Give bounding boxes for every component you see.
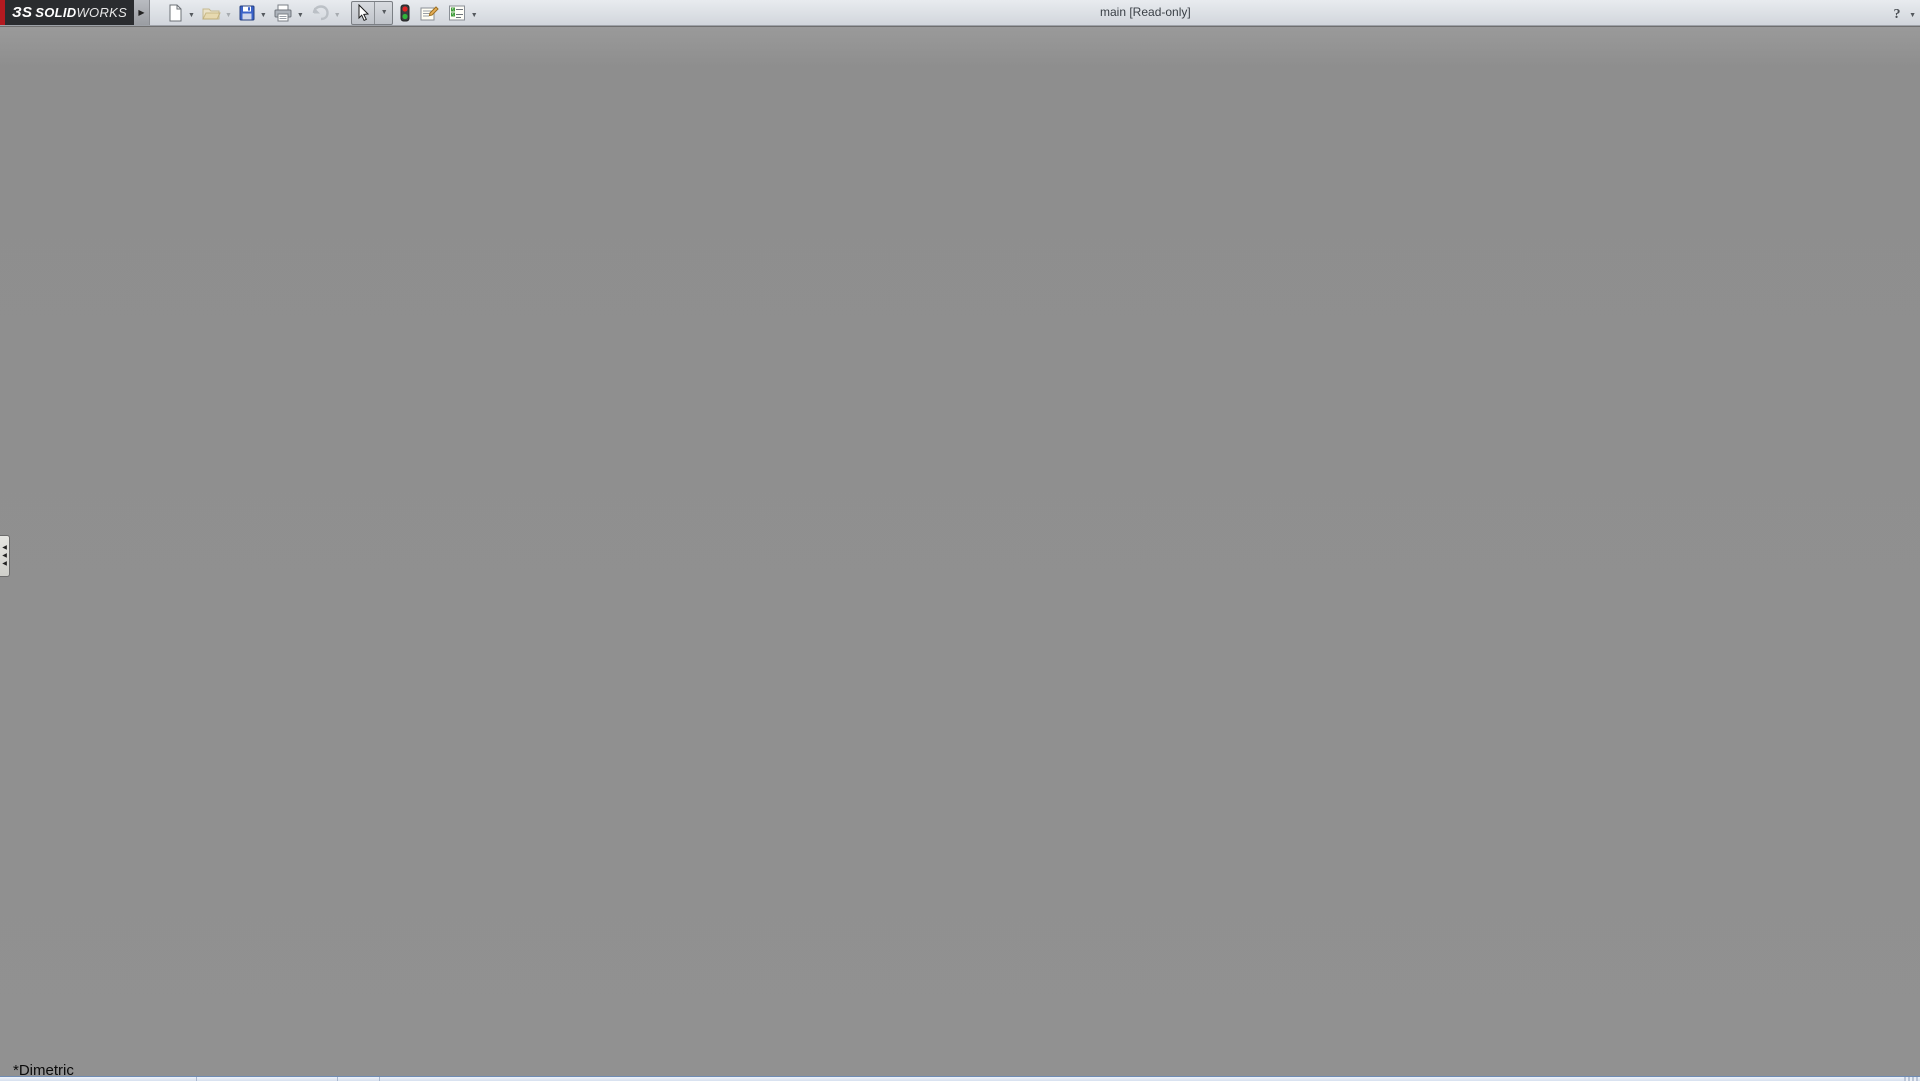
collapse-arrow-icon: ◀	[2, 545, 7, 551]
chevron-down-icon: ▼	[1909, 12, 1916, 19]
chevron-down-icon: ▼	[380, 9, 389, 16]
open-document-button[interactable]	[199, 2, 223, 24]
select-tool-button[interactable]	[352, 2, 374, 24]
status-separator	[379, 1077, 380, 1081]
undo-icon	[310, 4, 330, 22]
status-separator	[337, 1077, 338, 1081]
status-bar-edge	[0, 1076, 1920, 1081]
help-button[interactable]: ?	[1887, 3, 1907, 23]
svg-text:?: ?	[1894, 7, 1901, 21]
print-document-dropdown[interactable]: ▼	[295, 4, 304, 22]
comment-note-button[interactable]	[417, 2, 441, 24]
options-button[interactable]	[445, 2, 469, 24]
undo-dropdown[interactable]: ▼	[332, 4, 341, 22]
chevron-down-icon: ▼	[225, 12, 232, 19]
select-tool-group: ▼	[351, 1, 393, 25]
new-document-button[interactable]	[164, 2, 186, 24]
window-title: main [Read-only]	[1100, 5, 1191, 19]
graphics-area[interactable]: ◀ ◀ ◀ *Dimetric	[0, 26, 1920, 1081]
chevron-down-icon: ▼	[260, 12, 267, 19]
help-icon: ?	[1890, 5, 1904, 21]
open-document-dropdown[interactable]: ▼	[223, 4, 232, 22]
print-icon	[273, 4, 293, 22]
new-icon	[166, 4, 184, 22]
chevron-down-icon: ▼	[334, 12, 341, 19]
ds-logo-glyph: ЗS	[12, 4, 32, 21]
menu-flyout-arrow[interactable]: ▶	[134, 0, 150, 25]
save-document-dropdown[interactable]: ▼	[258, 4, 267, 22]
collapse-arrow-icon: ◀	[2, 553, 7, 559]
note-icon	[419, 4, 439, 22]
solidworks-logo: ЗSSOLIDWORKS	[0, 0, 134, 25]
wireframe-model-jet-engine[interactable]	[0, 27, 1920, 1081]
select-icon	[355, 4, 371, 22]
featuremanager-collapse-tab[interactable]: ◀ ◀ ◀	[0, 535, 10, 577]
logo-solid: SOLID	[35, 5, 76, 20]
status-separator	[196, 1077, 197, 1081]
print-document-button[interactable]	[271, 2, 295, 24]
chevron-down-icon: ▼	[188, 12, 195, 19]
logo-works: WORKS	[76, 5, 127, 20]
chevron-down-icon: ▼	[471, 12, 478, 19]
open-icon	[201, 4, 221, 22]
chevron-down-icon: ▼	[297, 12, 304, 19]
help-dropdown[interactable]: ▼	[1907, 4, 1916, 22]
select-tool-dropdown[interactable]: ▼	[374, 2, 392, 24]
collapse-arrow-icon: ◀	[2, 561, 7, 567]
selection-filter-button[interactable]	[397, 2, 413, 24]
title-bar: ЗSSOLIDWORKS ▶ ▼▼▼▼▼▼▼ main [Read-only] …	[0, 0, 1920, 26]
options-dropdown[interactable]: ▼	[469, 4, 478, 22]
resize-grip[interactable]	[1904, 1077, 1918, 1081]
orientation-triad	[6, 975, 86, 1059]
undo-button[interactable]	[308, 2, 332, 24]
brand-red-stripe	[0, 0, 5, 25]
standard-toolbar: ▼ ▼ ▼ ▼ ▼ ▼ ▼	[160, 0, 478, 25]
new-document-dropdown[interactable]: ▼	[186, 4, 195, 22]
save-document-button[interactable]	[236, 2, 258, 24]
traffic-icon	[399, 4, 411, 22]
window-controls: ?▼	[1887, 0, 1916, 25]
options-icon	[447, 4, 467, 22]
save-icon	[238, 4, 256, 22]
